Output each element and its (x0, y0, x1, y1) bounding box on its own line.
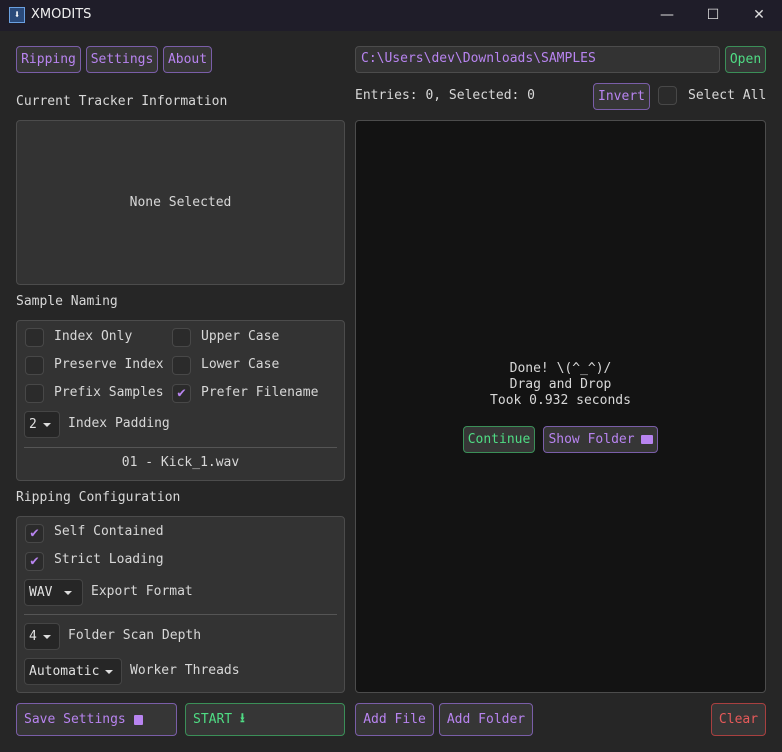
prefer-filename-label: Prefer Filename (201, 385, 319, 400)
upper-case-checkbox[interactable] (172, 328, 191, 347)
worker-threads-value: Automatic (29, 664, 100, 679)
caret-down-icon (42, 422, 51, 427)
lower-case-label: Lower Case (201, 357, 280, 372)
select-all-checkbox[interactable] (658, 86, 677, 105)
start-button[interactable]: START ⭳ (185, 703, 345, 736)
divider (24, 447, 337, 448)
sample-naming-heading: Sample Naming (16, 294, 118, 309)
timing-text: Took 0.932 seconds (490, 393, 631, 408)
index-padding-dropdown[interactable]: 2 (24, 411, 60, 438)
select-all-label: Select All (688, 88, 767, 103)
worker-threads-label: Worker Threads (130, 663, 240, 678)
save-icon (133, 714, 143, 725)
self-contained-checkbox[interactable]: ✔ (25, 524, 44, 543)
window-title: XMODITS (31, 7, 92, 22)
strict-loading-label: Strict Loading (54, 552, 164, 567)
export-format-value: WAV (29, 585, 53, 600)
checkmark-icon: ✔ (30, 525, 39, 541)
tracker-info-panel: None Selected (16, 120, 345, 285)
export-format-label: Export Format (91, 584, 193, 599)
index-padding-label: Index Padding (68, 416, 170, 431)
index-only-label: Index Only (54, 329, 133, 344)
scan-depth-value: 4 (29, 629, 37, 644)
start-label: START (193, 712, 233, 727)
invert-button[interactable]: Invert (593, 83, 650, 110)
ripping-config-heading: Ripping Configuration (16, 490, 181, 505)
path-input[interactable]: C:\Users\dev\Downloads\SAMPLES (355, 46, 720, 73)
checkmark-icon: ✔ (177, 385, 186, 401)
clear-button[interactable]: Clear (711, 703, 766, 736)
maximize-button[interactable]: ☐ (690, 0, 736, 31)
folder-icon (640, 435, 653, 444)
minimize-button[interactable]: — (644, 0, 690, 31)
download-icon: ⭳ (240, 710, 245, 726)
self-contained-label: Self Contained (54, 524, 164, 539)
show-folder-label: Show Folder (548, 432, 635, 447)
continue-button[interactable]: Continue (463, 426, 535, 453)
caret-down-icon (64, 590, 73, 595)
show-folder-button[interactable]: Show Folder (543, 426, 658, 453)
app-icon: ⬇ (9, 7, 25, 23)
export-format-dropdown[interactable]: WAV (24, 579, 83, 606)
tab-about[interactable]: About (163, 46, 212, 73)
add-file-button[interactable]: Add File (355, 703, 434, 736)
preserve-index-label: Preserve Index (54, 357, 164, 372)
drag-drop-text: Drag and Drop (509, 377, 612, 392)
prefix-samples-checkbox[interactable] (25, 384, 44, 403)
index-only-checkbox[interactable] (25, 328, 44, 347)
checkmark-icon: ✔ (30, 553, 39, 569)
prefix-samples-label: Prefix Samples (54, 385, 164, 400)
open-button[interactable]: Open (725, 46, 766, 73)
save-settings-label: Save Settings (24, 712, 126, 727)
close-button[interactable]: ✕ (736, 0, 782, 31)
add-folder-button[interactable]: Add Folder (439, 703, 533, 736)
done-text: Done! \(^_^)/ (509, 361, 612, 376)
worker-threads-dropdown[interactable]: Automatic (24, 658, 122, 685)
caret-down-icon (105, 669, 114, 674)
result-message: Done! \(^_^)/ Drag and Drop Took 0.932 s… (355, 361, 766, 409)
tab-settings[interactable]: Settings (86, 46, 158, 73)
strict-loading-checkbox[interactable]: ✔ (25, 552, 44, 571)
tracker-status: None Selected (129, 195, 232, 210)
prefer-filename-checkbox[interactable]: ✔ (172, 384, 191, 403)
save-settings-button[interactable]: Save Settings (16, 703, 177, 736)
scan-depth-label: Folder Scan Depth (68, 628, 202, 643)
lower-case-checkbox[interactable] (172, 356, 191, 375)
tab-ripping[interactable]: Ripping (16, 46, 81, 73)
preserve-index-checkbox[interactable] (25, 356, 44, 375)
index-padding-value: 2 (29, 417, 37, 432)
divider (24, 614, 337, 615)
entries-summary: Entries: 0, Selected: 0 (355, 88, 536, 103)
naming-preview: 01 - Kick_1.wav (121, 455, 240, 470)
scan-depth-dropdown[interactable]: 4 (24, 623, 60, 650)
upper-case-label: Upper Case (201, 329, 280, 344)
caret-down-icon (42, 634, 51, 639)
tracker-heading: Current Tracker Information (16, 94, 228, 109)
